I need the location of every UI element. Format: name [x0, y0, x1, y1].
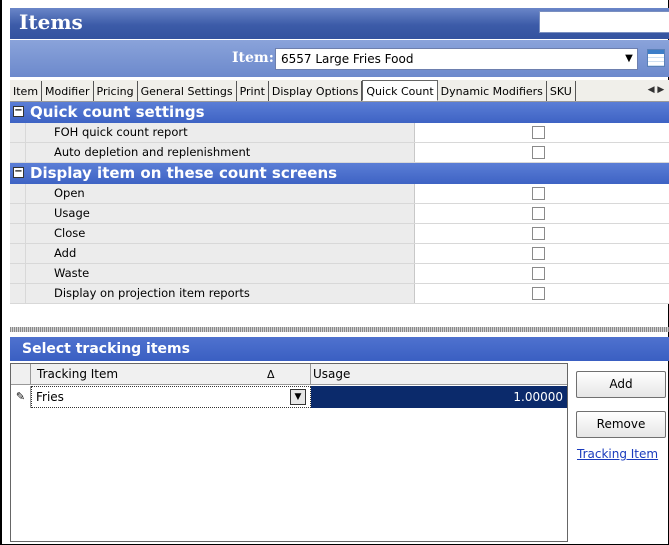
- property-row: Usage: [10, 204, 669, 224]
- open-checkbox[interactable]: [532, 187, 545, 200]
- property-label: Add: [25, 244, 415, 263]
- tab-item[interactable]: Item: [10, 81, 43, 101]
- projection-reports-checkbox[interactable]: [532, 287, 545, 300]
- grid-icon[interactable]: [647, 49, 665, 67]
- category-title: Quick count settings: [30, 103, 205, 121]
- property-label: Auto depletion and replenishment: [25, 143, 415, 162]
- property-row: Close: [10, 224, 669, 244]
- pencil-icon: ✎: [11, 386, 31, 408]
- property-label: FOH quick count report: [25, 123, 415, 142]
- row-selector-header: [11, 364, 31, 385]
- property-row: Open: [10, 184, 669, 204]
- splitter[interactable]: [10, 327, 669, 332]
- property-row: Display on projection item reports: [10, 284, 669, 304]
- add-checkbox[interactable]: [532, 247, 545, 260]
- title-bar: Items: [10, 8, 669, 39]
- tab-pricing[interactable]: Pricing: [94, 81, 138, 101]
- add-button[interactable]: Add: [576, 371, 666, 398]
- grid-header: Tracking Item Δ Usage: [11, 364, 567, 385]
- tab-dynamic-modifiers[interactable]: Dynamic Modifiers: [438, 81, 547, 101]
- item-select[interactable]: 6557 Large Fries Food: [275, 48, 638, 70]
- foh-quick-count-checkbox[interactable]: [532, 126, 545, 139]
- category-title: Display item on these count screens: [30, 164, 338, 182]
- item-label: Item:: [232, 50, 274, 66]
- tracking-item-value: Fries: [36, 390, 64, 404]
- tracking-items-grid: Tracking Item Δ Usage ✎ Fries ▼ 1.00000: [10, 363, 568, 542]
- tracking-item-cell[interactable]: Fries ▼: [31, 386, 311, 408]
- tab-display-options[interactable]: Display Options: [269, 81, 363, 101]
- tab-modifier[interactable]: Modifier: [42, 81, 94, 101]
- property-row: Auto depletion and replenishment: [10, 143, 669, 163]
- close-checkbox[interactable]: [532, 227, 545, 240]
- property-label: Open: [25, 184, 415, 203]
- tab-strip: Item Modifier Pricing General Settings Print…: [10, 80, 669, 102]
- chevron-down-icon[interactable]: ▼: [290, 389, 306, 405]
- property-label: Usage: [25, 204, 415, 223]
- section-header-tracking: Select tracking items: [10, 337, 669, 361]
- auto-depletion-checkbox[interactable]: [532, 146, 545, 159]
- tab-quick-count[interactable]: Quick Count: [362, 80, 438, 101]
- property-label: Display on projection item reports: [25, 284, 415, 303]
- chevron-down-icon[interactable]: ▼: [622, 50, 636, 68]
- item-select-value: 6557 Large Fries Food: [281, 52, 414, 66]
- collapse-icon[interactable]: −: [13, 167, 24, 178]
- waste-checkbox[interactable]: [532, 267, 545, 280]
- property-label: Waste: [25, 264, 415, 283]
- usage-checkbox[interactable]: [532, 207, 545, 220]
- category-quick-count-settings[interactable]: − Quick count settings: [10, 102, 669, 123]
- tab-sku[interactable]: SKU: [547, 81, 576, 101]
- property-grid: − Quick count settings FOH quick count r…: [10, 102, 669, 304]
- property-row: FOH quick count report: [10, 123, 669, 143]
- column-header-usage[interactable]: Usage: [311, 364, 567, 385]
- remove-button[interactable]: Remove: [576, 411, 666, 438]
- tab-print[interactable]: Print: [237, 81, 269, 101]
- title-search-field[interactable]: [539, 11, 669, 33]
- sort-icon: Δ: [267, 368, 275, 381]
- item-selector-bar: Item: 6557 Large Fries Food ▼: [10, 40, 669, 77]
- property-row: Add: [10, 244, 669, 264]
- collapse-icon[interactable]: −: [13, 106, 24, 117]
- property-label: Close: [25, 224, 415, 243]
- tracking-item-link[interactable]: Tracking Item: [577, 447, 658, 461]
- property-row: Waste: [10, 264, 669, 284]
- table-row[interactable]: ✎ Fries ▼ 1.00000: [11, 386, 567, 408]
- tab-general-settings[interactable]: General Settings: [138, 81, 237, 101]
- usage-cell[interactable]: 1.00000: [311, 386, 567, 408]
- tab-scroll-buttons[interactable]: ◀ ▶: [643, 80, 669, 101]
- window-title: Items: [19, 10, 83, 34]
- category-count-screens[interactable]: − Display item on these count screens: [10, 163, 669, 184]
